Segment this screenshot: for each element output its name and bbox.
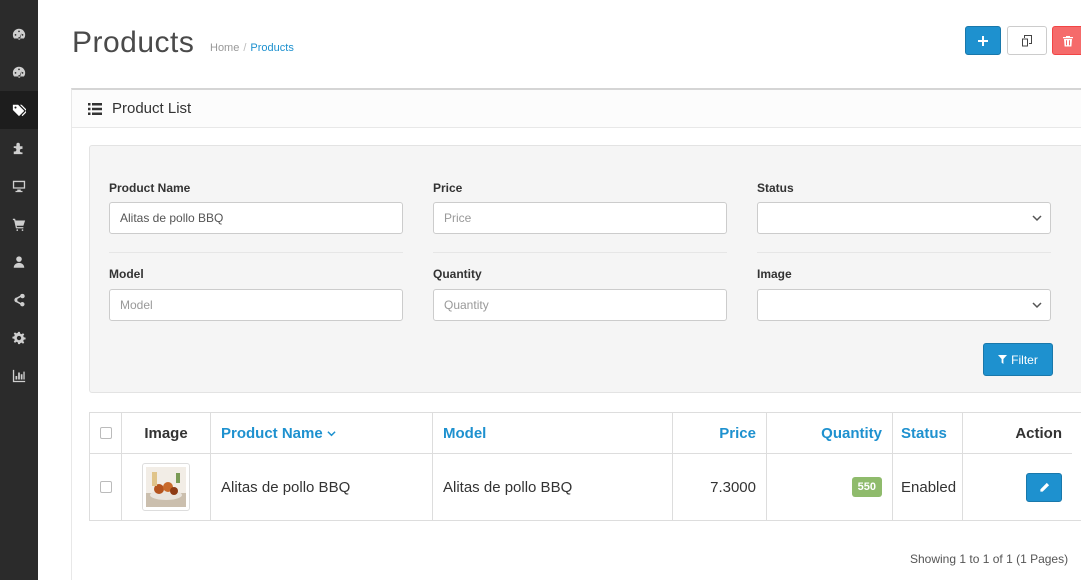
model-sort-link[interactable]: Model (443, 425, 486, 442)
filter-button-label: Filter (1011, 352, 1038, 367)
quantity-cell: 550 (767, 453, 893, 520)
row-checkbox[interactable] (99, 481, 112, 493)
model-input[interactable] (109, 289, 403, 321)
edit-button[interactable] (1026, 472, 1062, 502)
chevron-down-icon (327, 430, 336, 436)
bar-chart-icon[interactable] (0, 357, 38, 395)
user-icon[interactable] (0, 243, 38, 281)
status-column-header[interactable]: Status (893, 413, 963, 453)
action-cell (963, 453, 1072, 520)
product-photo (146, 467, 186, 507)
table-header-row: Image Product Name Model Price Quantity … (90, 413, 1072, 453)
model-column-header[interactable]: Model (433, 413, 673, 453)
puzzle-icon[interactable] (0, 129, 38, 167)
filter-divider (757, 252, 1051, 253)
dashboard-icon[interactable] (0, 53, 38, 91)
copy-icon (1022, 34, 1032, 46)
row-select-cell (90, 453, 122, 520)
product-name-input[interactable] (109, 202, 403, 234)
product-thumbnail (142, 463, 190, 511)
pagination-info: Showing 1 to 1 of 1 (1 Pages) (910, 552, 1069, 566)
product-image-cell (122, 453, 211, 520)
quantity-label: Quantity (433, 267, 482, 281)
select-all-cell (90, 413, 122, 453)
chevron-down-icon (1032, 215, 1042, 222)
breadcrumb-products[interactable]: Products (250, 42, 293, 54)
price-column-header[interactable]: Price (673, 413, 767, 453)
panel-title: Product List (112, 100, 192, 117)
table-row: Alitas de pollo BBQ Alitas de pollo BBQ … (90, 453, 1072, 520)
share-icon[interactable] (0, 281, 38, 319)
model-cell: Alitas de pollo BBQ (433, 453, 673, 520)
price-cell: 7.3000 (673, 453, 767, 520)
image-select[interactable] (757, 289, 1051, 321)
quantity-badge: 550 (851, 477, 882, 497)
quantity-column-header[interactable]: Quantity (767, 413, 893, 453)
status-sort-link[interactable]: Status (901, 425, 947, 442)
filter-panel: Product Name Price Status Model Quantity… (89, 145, 1081, 393)
price-sort-link[interactable]: Price (719, 425, 756, 442)
status-cell: Enabled (893, 453, 963, 520)
sidebar (0, 0, 38, 580)
model-label: Model (109, 267, 144, 281)
panel-heading: Product List (72, 90, 1081, 128)
filter-button[interactable]: Filter (983, 343, 1053, 376)
price-label: Price (433, 181, 463, 195)
product-name-label: Product Name (109, 181, 191, 195)
breadcrumb: Home / Products (210, 42, 294, 54)
add-new-button[interactable] (965, 26, 1001, 55)
plus-icon (978, 35, 988, 46)
page-title: Products (72, 26, 195, 59)
cog-icon[interactable] (0, 319, 38, 357)
delete-button[interactable] (1052, 26, 1081, 55)
product-name-sort-link[interactable]: Product Name (221, 425, 323, 442)
filter-divider (109, 252, 403, 253)
dashboard-icon[interactable] (0, 15, 38, 53)
chevron-down-icon (1032, 302, 1042, 309)
desktop-icon[interactable] (0, 167, 38, 205)
pencil-icon (1039, 482, 1049, 492)
product-name-cell: Alitas de pollo BBQ (211, 453, 433, 520)
select-all-checkbox[interactable] (99, 427, 112, 439)
filter-icon (998, 355, 1008, 364)
status-select[interactable] (757, 202, 1051, 234)
product-list-panel: Product List Product Name Price Status M… (71, 88, 1081, 580)
image-label: Image (757, 267, 792, 281)
action-column-header: Action (1015, 424, 1062, 442)
quantity-sort-link[interactable]: Quantity (821, 425, 882, 442)
filter-divider (433, 252, 727, 253)
image-column-header: Image (122, 413, 211, 453)
list-icon (88, 102, 102, 115)
price-input[interactable] (433, 202, 727, 234)
trash-icon (1063, 35, 1073, 46)
product-table: Image Product Name Model Price Quantity … (89, 412, 1081, 521)
copy-button[interactable] (1007, 26, 1047, 55)
status-label: Status (757, 181, 794, 195)
breadcrumb-home[interactable]: Home (210, 42, 239, 54)
quantity-input[interactable] (433, 289, 727, 321)
cart-icon[interactable] (0, 205, 38, 243)
product-name-column-header[interactable]: Product Name (211, 413, 433, 453)
tags-icon[interactable] (0, 91, 38, 129)
